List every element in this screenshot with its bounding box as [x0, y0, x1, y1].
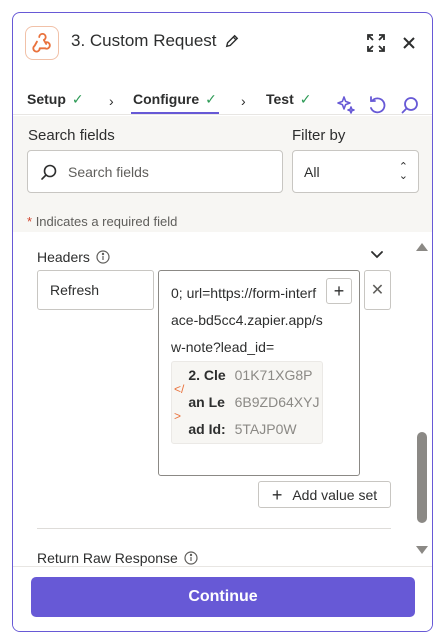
remove-row-button[interactable]: ✕ [364, 270, 391, 310]
mapped-field-label: 2. Clean Lead Id: [188, 367, 226, 437]
return-raw-label-group: Return Raw Response [37, 550, 198, 566]
check-icon: ✓ [299, 90, 312, 107]
search-fields-label: Search fields [28, 127, 115, 144]
required-note: * Indicates a required field [27, 214, 177, 229]
scrollbar-thumb[interactable] [417, 432, 427, 523]
plus-icon: + [271, 484, 283, 505]
webhook-icon [25, 26, 59, 60]
tab-test[interactable]: Test ✓ [266, 85, 311, 113]
chevron-right-icon: › [109, 93, 114, 109]
up-down-chevron-icon: ⌃ ⌄ [398, 160, 408, 182]
step-title: 3. Custom Request [71, 31, 217, 50]
undo-icon[interactable] [366, 94, 388, 116]
required-note-text: Indicates a required field [35, 214, 178, 229]
step-panel: 3. Custom Request Setup ✓ › Configure ✓ … [12, 12, 433, 632]
headers-label: Headers [37, 249, 90, 265]
filter-select[interactable]: All ⌃ ⌄ [292, 150, 419, 193]
filter-by-label: Filter by [292, 127, 346, 144]
required-star: * [27, 214, 33, 229]
header-value-text[interactable]: 0; url=https://form-interface-bd5cc4.zap… [171, 280, 323, 444]
tab-setup[interactable]: Setup ✓ [27, 85, 84, 113]
section-divider [37, 528, 391, 529]
info-icon[interactable] [184, 551, 198, 565]
header-key-input[interactable]: Refresh [37, 270, 154, 310]
panel-header: 3. Custom Request [13, 13, 432, 73]
check-icon: ✓ [71, 90, 84, 107]
pencil-icon[interactable] [225, 34, 239, 48]
add-value-set-button[interactable]: + Add value set [258, 481, 391, 508]
tab-label: Test [266, 91, 294, 107]
field-search-area: Search fields Filter by All ⌃⌄ * Indicat… [13, 116, 432, 232]
chevron-right-icon: › [241, 93, 246, 109]
scroll-up-arrow[interactable] [416, 243, 428, 251]
search-input[interactable] [68, 163, 268, 180]
header-key-value: Refresh [50, 282, 100, 298]
search-input-wrapper[interactable] [27, 150, 283, 193]
filter-value: All [304, 163, 320, 180]
add-value-set-label: Add value set [292, 486, 378, 503]
mapped-field-value: 01K71XG8P6B9ZD64XYJ5TAJP0W [234, 367, 320, 437]
title-group[interactable]: 3. Custom Request [71, 31, 239, 51]
check-icon: ✓ [205, 90, 217, 107]
fields-content[interactable]: Headers Refresh 0; url=https://form-inte… [13, 232, 432, 566]
header-value-prefix: 0; url=https://form-interface-bd5cc4.zap… [171, 285, 323, 355]
code-icon: </> [174, 381, 185, 423]
search-icon [40, 163, 58, 181]
panel-footer: Continue [13, 566, 432, 631]
tab-label: Configure [133, 91, 200, 107]
return-raw-label: Return Raw Response [37, 550, 178, 566]
search-icon[interactable] [399, 94, 421, 116]
tab-configure[interactable]: Configure ✓ [131, 85, 219, 114]
sparkle-icon[interactable] [335, 94, 357, 116]
headers-label-group: Headers [37, 249, 110, 265]
header-value-input[interactable]: 0; url=https://form-interface-bd5cc4.zap… [158, 270, 360, 476]
continue-button[interactable]: Continue [31, 577, 415, 617]
scroll-down-arrow[interactable] [416, 546, 428, 554]
chevron-down-icon[interactable] [369, 246, 385, 262]
expand-icon[interactable] [365, 32, 387, 54]
plus-icon: + [333, 280, 345, 301]
insert-data-button[interactable]: + [326, 278, 352, 304]
mapped-field-pill[interactable]: </> 2. Clean Lead Id: 01K71XG8P6B9ZD64XYJ… [171, 361, 323, 444]
close-icon: ✕ [370, 282, 385, 299]
step-tabs: Setup ✓ › Configure ✓ › Test ✓ [13, 75, 432, 115]
close-icon[interactable] [398, 32, 420, 54]
info-icon[interactable] [96, 250, 110, 264]
tab-label: Setup [27, 91, 66, 107]
